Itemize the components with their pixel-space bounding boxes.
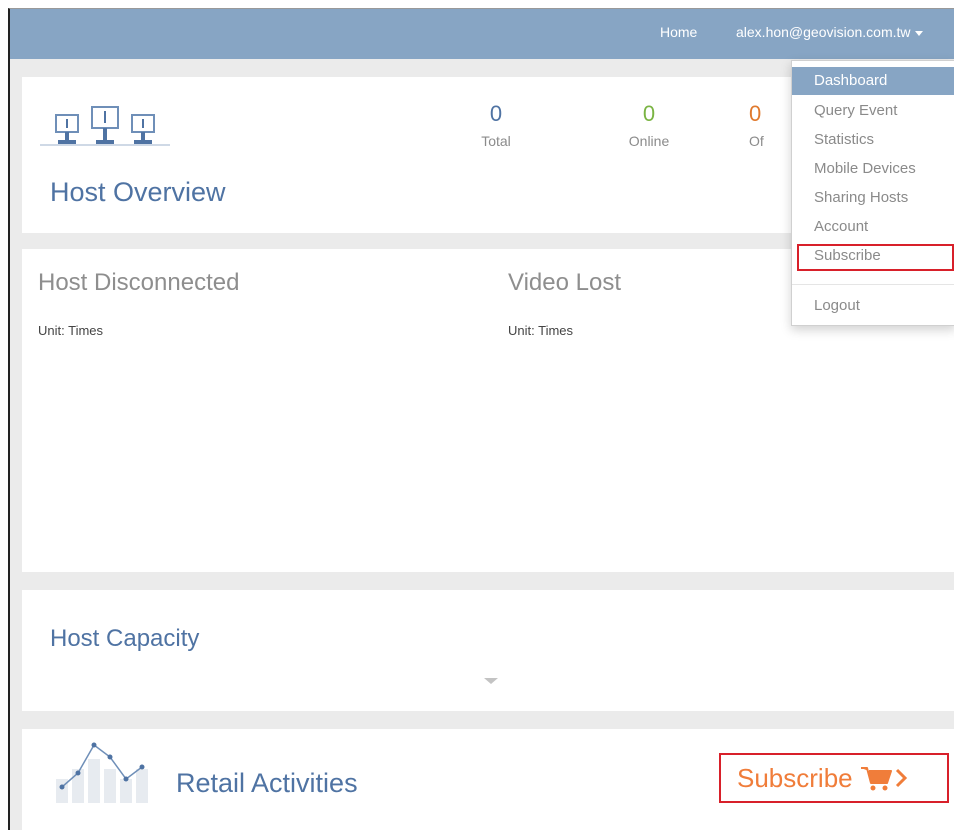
subscribe-button-label: Subscribe [737,762,853,793]
nav-home-link[interactable]: Home [660,24,697,40]
top-navbar: Home alex.hon@geovision.com.tw [10,9,954,59]
host-disconnected-unit: Unit: Times [38,323,104,338]
stat-online-value: 0 [642,101,656,126]
chevron-down-icon[interactable] [484,678,498,684]
video-lost-title: Video Lost [508,269,621,296]
menu-item-mobile-devices[interactable]: Mobile Devices [792,155,954,183]
menu-item-logout[interactable]: Logout [792,292,954,320]
host-capacity-title: Host Capacity [50,625,200,652]
user-menu-toggle[interactable]: alex.hon@geovision.com.tw [736,24,923,40]
retail-activities-title: Retail Activities [176,768,358,798]
menu-item-query-event[interactable]: Query Event [792,97,954,125]
host-disconnected-title: Host Disconnected [38,269,240,296]
retail-chart-icon [56,742,148,803]
stat-online: 0 Online [609,101,689,149]
menu-item-dashboard[interactable]: Dashboard [792,67,954,95]
menu-divider [792,284,954,285]
user-email: alex.hon@geovision.com.tw [736,24,911,40]
retail-activities-card: Retail Activities Subscribe [22,729,954,830]
app-frame: Home alex.hon@geovision.com.tw Host Over… [8,8,954,830]
stat-total-value: 0 [489,101,503,126]
stat-online-label: Online [628,133,670,149]
cart-icon [860,767,907,791]
video-lost-unit: Unit: Times [508,323,574,338]
stat-total-label: Total [481,133,511,149]
hosts-icon [40,106,170,146]
menu-item-statistics[interactable]: Statistics [792,126,954,154]
menu-item-subscribe[interactable]: Subscribe [792,242,954,270]
stat-total: 0 Total [456,101,536,149]
host-overview-title: Host Overview [50,177,226,207]
host-capacity-card: Host Capacity [22,590,954,711]
subscribe-button[interactable]: Subscribe [719,753,949,803]
menu-item-sharing-hosts[interactable]: Sharing Hosts [792,184,954,212]
chevron-right-icon [895,768,907,788]
menu-item-account[interactable]: Account [792,213,954,241]
caret-down-icon [914,30,923,36]
user-dropdown-menu: Dashboard Query Event Statistics Mobile … [791,60,954,326]
